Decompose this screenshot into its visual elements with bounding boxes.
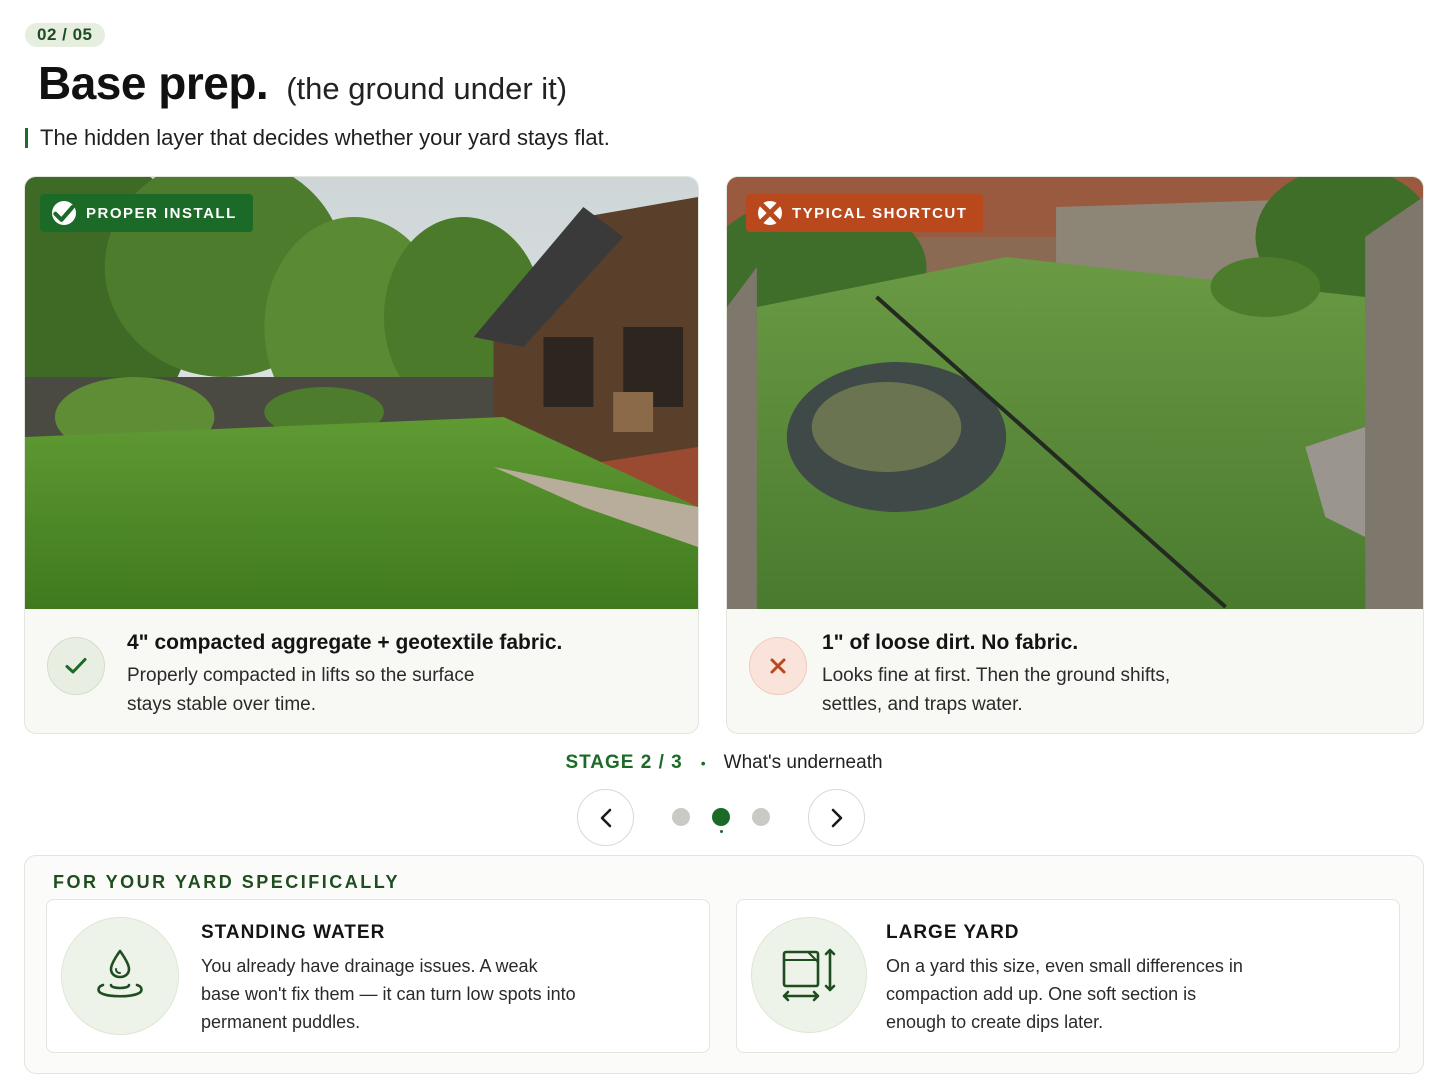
typical-shortcut-photo: TYPICAL SHORTCUT (727, 177, 1423, 609)
lede: The hidden layer that decides whether yo… (25, 124, 610, 152)
standing-water-body: You already have drainage issues. A weak… (201, 956, 576, 1032)
stage-separator: • (700, 755, 706, 771)
check-icon (52, 201, 76, 225)
typical-shortcut-body: Looks fine at first. Then the ground shi… (822, 665, 1171, 715)
next-stage-button[interactable] (808, 789, 865, 846)
stage-label: STAGE 2 / 3 (565, 752, 683, 773)
large-yard-body: On a yard this size, even small differen… (886, 956, 1243, 1032)
title-subtitle: (the ground under it) (286, 71, 568, 106)
large-yard-card: LARGE YARD On a yard this size, even sma… (736, 899, 1400, 1053)
stage-name: What's underneath (723, 752, 883, 773)
chevron-left-icon (600, 808, 611, 827)
stage-dot-2[interactable] (712, 808, 730, 833)
proper-install-title: 4" compacted aggregate + geotextile fabr… (127, 631, 563, 654)
proper-install-caption: 4" compacted aggregate + geotextile fabr… (25, 609, 698, 733)
large-yard-title: LARGE YARD (886, 922, 1020, 943)
title-main: Base prep. (38, 57, 269, 109)
typical-shortcut-card: TYPICAL SHORTCUT 1" of loose dirt. No fa… (726, 176, 1424, 734)
proper-install-photo: PROPER INSTALL (25, 177, 698, 609)
proper-install-body: Properly compacted in lifts so the surfa… (127, 665, 475, 715)
stage-dot-1[interactable] (672, 808, 690, 826)
stage-dot-3[interactable] (752, 808, 770, 826)
lede-accent-bar (25, 128, 28, 148)
water-drop-icon (61, 917, 179, 1035)
proper-install-tag-label: PROPER INSTALL (86, 204, 237, 222)
failed-turf-illustration (727, 177, 1423, 609)
stage-dots (672, 808, 770, 833)
yard-heading: FOR YOUR YARD SPECIFICALLY (53, 872, 401, 892)
lede-text: The hidden layer that decides whether yo… (40, 125, 610, 150)
proper-install-tag: PROPER INSTALL (40, 194, 253, 232)
x-icon (749, 637, 807, 695)
standing-water-card: STANDING WATER You already have drainage… (46, 899, 710, 1053)
typical-shortcut-tag-label: TYPICAL SHORTCUT (792, 204, 968, 222)
typical-shortcut-tag: TYPICAL SHORTCUT (746, 194, 984, 232)
standing-water-title: STANDING WATER (201, 922, 386, 943)
step-counter: 02 / 05 (25, 23, 105, 47)
stage-indicator: STAGE 2 / 3 • What's underneath (0, 752, 1448, 774)
typical-shortcut-caption: 1" of loose dirt. No fabric. Looks fine … (727, 609, 1423, 733)
check-icon (47, 637, 105, 695)
chevron-right-icon (831, 808, 842, 827)
x-icon (758, 201, 782, 225)
backyard-lawn-illustration (25, 177, 698, 609)
area-measure-icon (751, 917, 867, 1033)
previous-stage-button[interactable] (577, 789, 634, 846)
page-title: Base prep. (the ground under it) (38, 56, 567, 110)
proper-install-card: PROPER INSTALL 4" compacted aggregate + … (24, 176, 699, 734)
yard-specific-panel: FOR YOUR YARD SPECIFICALLY STANDING WATE… (24, 855, 1424, 1074)
typical-shortcut-title: 1" of loose dirt. No fabric. (822, 631, 1079, 654)
